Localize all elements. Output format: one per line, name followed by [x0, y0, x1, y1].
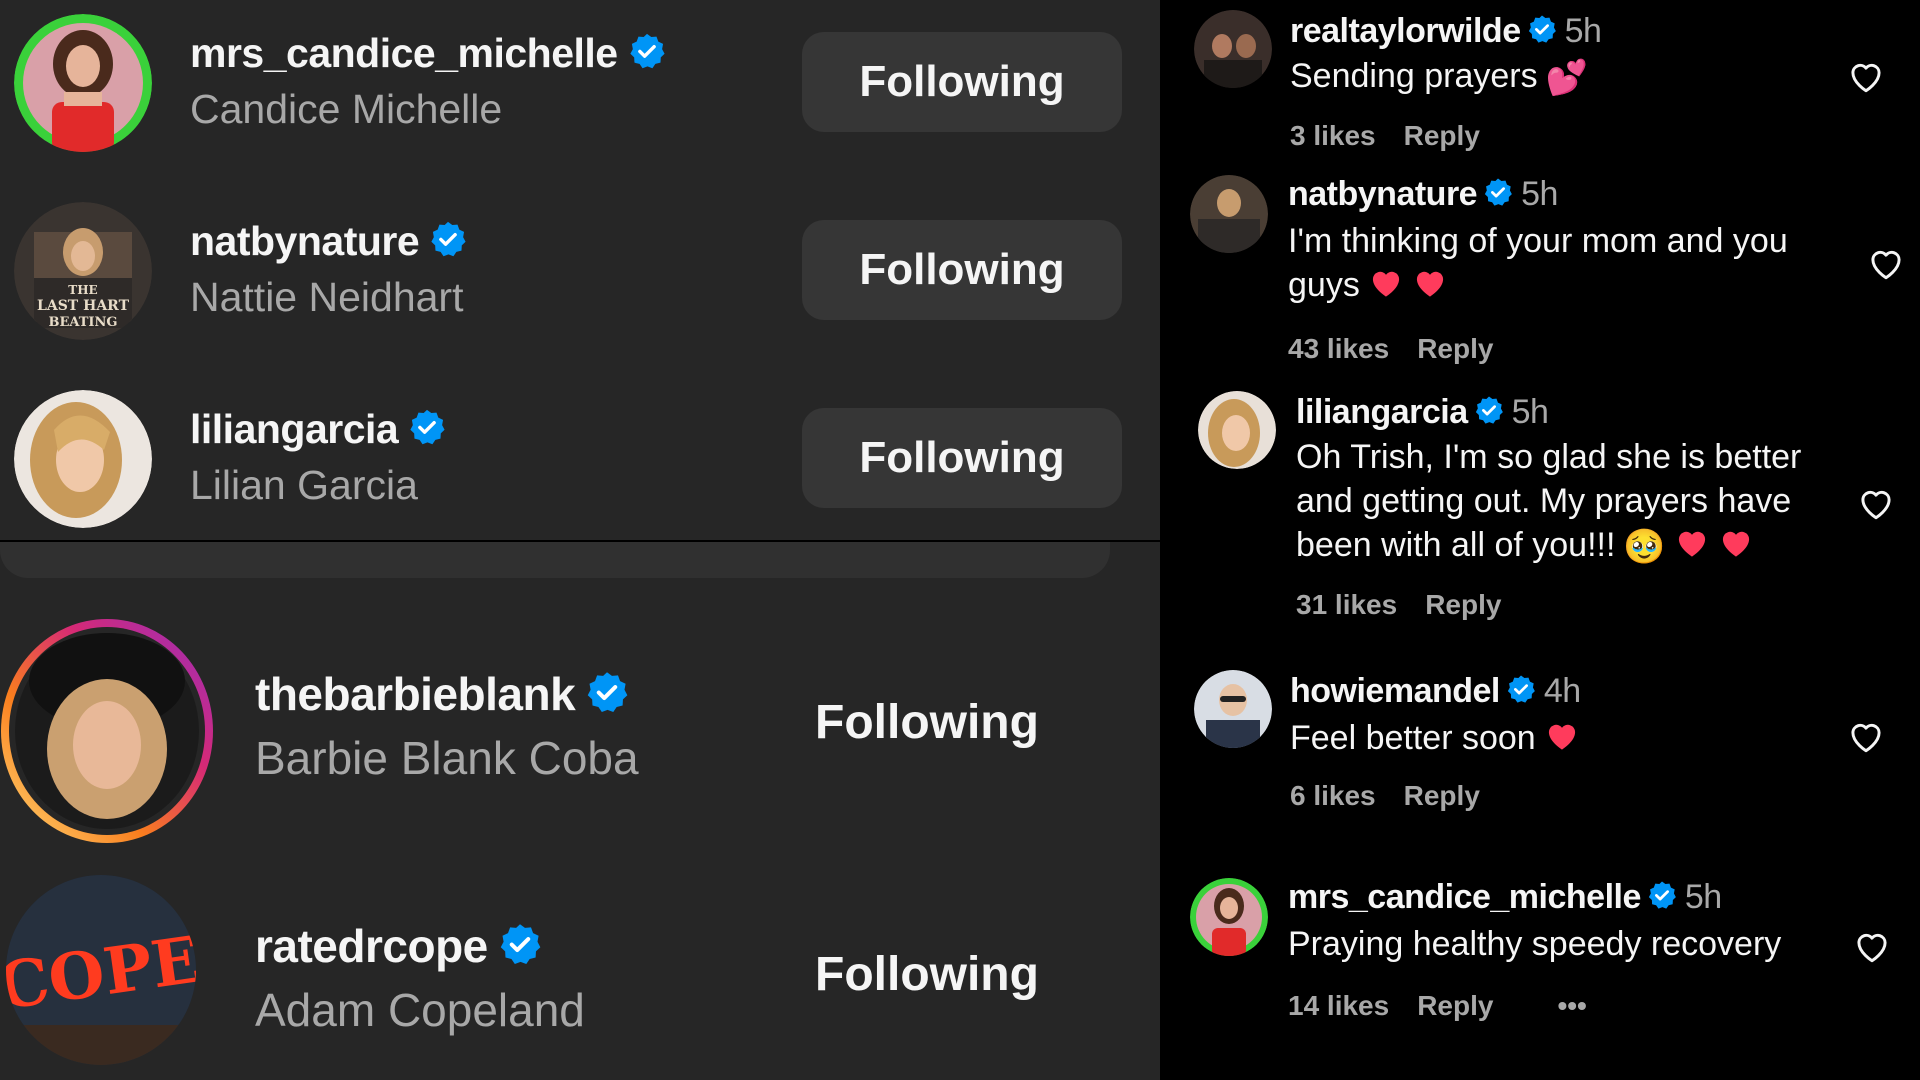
- verified-badge-icon: [628, 32, 666, 80]
- comment-meta: 43 likes Reply: [1288, 333, 1521, 365]
- username[interactable]: liliangarcia: [190, 406, 446, 456]
- heart-icon[interactable]: [1846, 718, 1886, 754]
- verified-badge-icon: [1483, 177, 1513, 216]
- heart-icon[interactable]: [1852, 928, 1892, 964]
- avatar[interactable]: [1190, 175, 1268, 253]
- comment-username[interactable]: mrs_candice_michelle 5h: [1288, 878, 1722, 919]
- display-name: Barbie Blank Coba: [255, 732, 639, 784]
- reply-button[interactable]: Reply: [1417, 990, 1493, 1021]
- red-heart-emoji: [1412, 265, 1448, 309]
- likes-count[interactable]: 31 likes: [1296, 589, 1397, 620]
- likes-count[interactable]: 3 likes: [1290, 120, 1376, 151]
- comment-meta: 31 likes Reply: [1296, 589, 1529, 621]
- red-heart-emoji: [1674, 525, 1710, 569]
- comment-text: Praying healthy speedy recovery: [1288, 925, 1782, 963]
- comment-time: 5h: [1564, 12, 1602, 50]
- comment-text: Feel better soon: [1290, 716, 1850, 762]
- verified-badge-icon: [1474, 395, 1504, 434]
- verified-badge-icon: [1506, 674, 1536, 713]
- heart-icon[interactable]: [1866, 245, 1906, 281]
- avatar[interactable]: [1194, 10, 1272, 88]
- book-title-line1: THE: [68, 283, 97, 297]
- verified-badge-icon: [408, 408, 446, 456]
- comment-time: 4h: [1543, 672, 1581, 710]
- heart-icon[interactable]: [1856, 485, 1896, 521]
- avatar[interactable]: [14, 14, 152, 152]
- comment-username[interactable]: realtaylorwilde 5h: [1290, 12, 1602, 53]
- more-options-icon[interactable]: •••: [1557, 990, 1586, 1021]
- red-heart-emoji: [1718, 525, 1754, 569]
- username[interactable]: thebarbieblank: [255, 667, 629, 725]
- avatar[interactable]: [14, 390, 152, 528]
- comment-time: 5h: [1511, 393, 1549, 431]
- red-heart-emoji: [1368, 265, 1404, 309]
- following-button[interactable]: Following: [815, 695, 1039, 750]
- comment-username[interactable]: liliangarcia 5h: [1296, 393, 1549, 434]
- avatar[interactable]: [1194, 670, 1272, 748]
- comment-username[interactable]: natbynature 5h: [1288, 175, 1558, 216]
- following-button[interactable]: Following: [815, 947, 1039, 1002]
- reply-button[interactable]: Reply: [1425, 589, 1501, 620]
- pleading-face-emoji: 🥹: [1623, 528, 1666, 567]
- comment-text: Sending prayers 💕: [1290, 54, 1850, 100]
- comment-time: 5h: [1521, 175, 1558, 213]
- following-list-top: mrs_candice_michelle Candice Michelle Fo…: [0, 0, 1160, 540]
- book-title-line2: LAST HART: [37, 298, 130, 314]
- display-name: Candice Michelle: [190, 86, 503, 132]
- likes-count[interactable]: 14 likes: [1288, 990, 1389, 1021]
- avatar[interactable]: [1198, 391, 1276, 469]
- following-button[interactable]: Following: [802, 220, 1122, 320]
- comment-meta: 6 likes Reply: [1290, 780, 1508, 812]
- following-list-bottom: thebarbieblank Barbie Blank Coba Followi…: [0, 542, 1160, 1080]
- display-name: Lilian Garcia: [190, 462, 418, 508]
- following-list-panel: mrs_candice_michelle Candice Michelle Fo…: [0, 0, 1160, 1080]
- avatar[interactable]: COPE: [6, 875, 196, 1065]
- comments-panel: realtaylorwilde 5h Sending prayers 💕 3 lik…: [1160, 0, 1920, 1080]
- verified-badge-icon: [429, 220, 467, 268]
- username[interactable]: mrs_candice_michelle: [190, 30, 666, 80]
- display-name: Adam Copeland: [255, 984, 585, 1036]
- book-title-line3: BEATING: [48, 315, 117, 330]
- verified-badge-icon: [498, 922, 542, 977]
- divider: [0, 542, 1110, 578]
- likes-count[interactable]: 43 likes: [1288, 333, 1389, 364]
- reply-button[interactable]: Reply: [1417, 333, 1493, 364]
- comment-text: I'm thinking of your mom and you guys: [1288, 219, 1848, 309]
- reply-button[interactable]: Reply: [1404, 120, 1480, 151]
- comment-text: Oh Trish, I'm so glad she is better and …: [1296, 435, 1826, 569]
- following-button[interactable]: Following: [802, 408, 1122, 508]
- comment-time: 5h: [1684, 878, 1722, 916]
- username[interactable]: natbynature: [190, 218, 467, 268]
- avatar[interactable]: THE LAST HART BEATING: [14, 202, 152, 340]
- two-hearts-emoji: 💕: [1545, 59, 1588, 98]
- following-button[interactable]: Following: [802, 32, 1122, 132]
- heart-icon[interactable]: [1846, 58, 1886, 94]
- avatar[interactable]: [1190, 878, 1268, 956]
- display-name: Nattie Neidhart: [190, 274, 464, 320]
- comment-meta: 14 likes Reply •••: [1288, 990, 1615, 1022]
- reply-button[interactable]: Reply: [1404, 780, 1480, 811]
- red-heart-emoji: [1544, 718, 1580, 762]
- verified-badge-icon: [585, 670, 629, 725]
- username[interactable]: ratedrcope: [255, 919, 542, 977]
- comment-username[interactable]: howiemandel 4h: [1290, 672, 1581, 713]
- likes-count[interactable]: 6 likes: [1290, 780, 1376, 811]
- avatar-story-ring[interactable]: [0, 617, 218, 845]
- verified-badge-icon: [1647, 880, 1677, 919]
- verified-badge-icon: [1527, 14, 1557, 53]
- comment-meta: 3 likes Reply: [1290, 120, 1508, 152]
